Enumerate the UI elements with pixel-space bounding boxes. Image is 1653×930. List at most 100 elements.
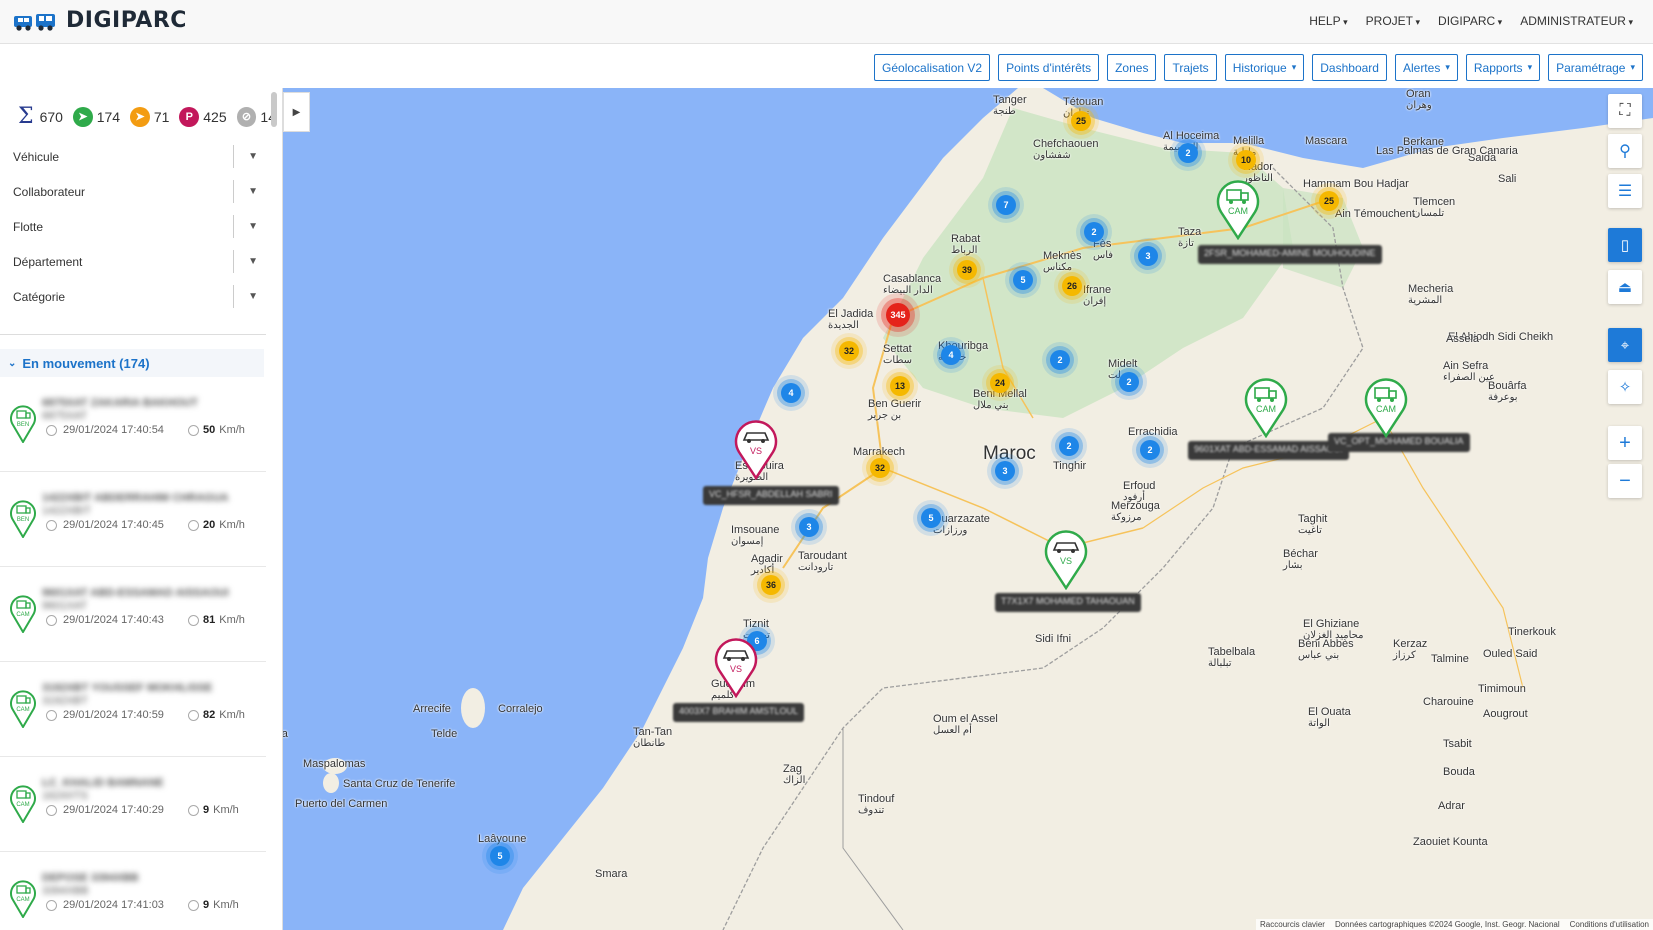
place-name: Charouine — [1423, 696, 1474, 708]
vehicle-cluster[interactable]: 26 — [1062, 276, 1082, 296]
vehicle-plate: 9601XAT — [42, 600, 88, 612]
filter-categorie[interactable]: Catégorie ▼ — [0, 279, 282, 314]
vehicle-cluster[interactable]: 345 — [886, 303, 910, 327]
collapse-sidebar-button[interactable]: ▶ — [283, 92, 310, 132]
truck-marker-icon[interactable]: CAM — [1363, 376, 1409, 438]
nav-administrateur[interactable]: ADMINISTRATEUR — [1520, 14, 1633, 28]
points-interets-button[interactable]: Points d'intérêts — [998, 54, 1100, 81]
vehicle-cluster[interactable]: 2 — [1140, 440, 1160, 460]
keyboard-shortcuts-link[interactable]: Raccourcis clavier — [1260, 920, 1325, 929]
truck-marker-icon[interactable]: CAM — [1243, 376, 1289, 438]
place-name: Mascara — [1305, 135, 1348, 147]
vehicle-map-label[interactable]: VC_HFSR_ABDELLAH SABRI — [703, 486, 839, 505]
map-data-credit: Données cartographiques ©2024 Google, In… — [1334, 920, 1560, 929]
sidebar-scrollbar[interactable] — [271, 92, 277, 127]
vehicle-cluster[interactable]: 4 — [941, 345, 961, 365]
stat-parked[interactable]: 425 — [203, 109, 226, 125]
zoom-in-button[interactable]: + — [1608, 426, 1642, 460]
group-header-moving[interactable]: ⌄ En mouvement (174) — [0, 349, 264, 377]
zones-button[interactable]: Zones — [1107, 54, 1157, 81]
car-marker-icon[interactable]: VS — [733, 418, 779, 480]
rapports-dropdown[interactable]: Rapports — [1465, 54, 1541, 81]
vehicle-cluster[interactable]: 2 — [1059, 436, 1079, 456]
user-location-button[interactable]: ⚲ — [1608, 134, 1642, 168]
vehicle-cluster[interactable]: 39 — [957, 260, 977, 280]
time-value: 29/01/2024 17:40:43 — [63, 614, 164, 626]
place-name-arabic: تبلبالة — [1208, 658, 1232, 669]
car-marker-icon[interactable]: VS — [713, 636, 759, 698]
vehicle-cluster[interactable]: 3 — [1138, 246, 1158, 266]
vehicle-list-item[interactable]: CAM LC_KHALID BAMNANE 1624XTS 29/01/2024 17… — [0, 757, 266, 852]
map-place-label: Adrar — [1438, 800, 1465, 812]
vehicle-cluster[interactable]: 4 — [781, 383, 801, 403]
vehicle-list-item[interactable]: BEN 6875XAT ZAKARIA BAKHOUT 6875XAT 29/01/2… — [0, 377, 266, 472]
place-name-arabic: فاس — [1093, 250, 1114, 261]
filter-departement[interactable]: Département ▼ — [0, 244, 282, 279]
vehicle-list-item[interactable]: CAM 3192XBT YOUSSEF MOKHLISSE 3192XBT 29/01… — [0, 662, 266, 757]
vehicle-cluster[interactable]: 3 — [995, 461, 1015, 481]
historique-dropdown[interactable]: Historique — [1224, 54, 1305, 81]
parametrage-dropdown[interactable]: Paramétrage — [1548, 54, 1643, 81]
place-name: Taza — [1178, 226, 1202, 238]
list-button[interactable]: ☰ — [1608, 174, 1642, 208]
time-value: 29/01/2024 17:40:45 — [63, 519, 164, 531]
vehicle-list-item[interactable]: BEN 1422XBIT ABDERRAHIM CHRAGUA 1422XBIT 29… — [0, 472, 266, 567]
dashboard-button[interactable]: Dashboard — [1312, 54, 1387, 81]
geolocalisation-button[interactable]: Géolocalisation V2 — [874, 54, 991, 81]
place-name: Chefchaouen — [1033, 138, 1099, 150]
vehicle-list-item[interactable]: CAM 9601XAT ABD-ESSAMAD AISSAOUI 9601XAT 29… — [0, 567, 266, 662]
vehicle-cluster[interactable]: 7 — [996, 195, 1016, 215]
filter-collaborateur[interactable]: Collaborateur ▼ — [0, 174, 282, 209]
vehicle-cluster[interactable]: 2 — [1050, 350, 1070, 370]
vehicle-panel-button[interactable]: ▯ — [1608, 228, 1642, 262]
nav-help[interactable]: HELP — [1309, 14, 1347, 28]
vehicle-cluster[interactable]: 24 — [990, 373, 1010, 393]
stat-moving[interactable]: 174 — [97, 109, 120, 125]
fullscreen-button[interactable]: ⛶ — [1608, 94, 1642, 128]
vehicle-cluster[interactable]: 13 — [890, 376, 910, 396]
place-name: Assela — [1446, 333, 1480, 345]
map-place-label: Mascara — [1305, 135, 1347, 147]
truck-marker-icon: CAM — [10, 880, 36, 918]
truck-marker-icon[interactable]: CAM — [1215, 178, 1261, 240]
vehicle-cluster[interactable]: 25 — [1319, 191, 1339, 211]
car-marker-icon[interactable]: VS — [1043, 528, 1089, 590]
vehicle-cluster[interactable]: 2 — [1178, 143, 1198, 163]
filter-flotte[interactable]: Flotte ▼ — [0, 209, 282, 244]
map-view[interactable]: TangerطنجةTétouanتطوانAl HoceimaالحسيمةM… — [283, 88, 1653, 930]
vehicle-cluster[interactable]: 5 — [490, 846, 510, 866]
vehicle-speed: 9 Km/h — [188, 899, 239, 911]
vehicle-cluster[interactable]: 2 — [1119, 372, 1139, 392]
vehicle-cluster[interactable]: 32 — [839, 341, 859, 361]
trajets-button[interactable]: Trajets — [1164, 54, 1217, 81]
terms-link[interactable]: Conditions d'utilisation — [1570, 920, 1649, 929]
vehicle-cluster[interactable]: 2 — [1084, 222, 1104, 242]
stat-idle[interactable]: 71 — [154, 109, 170, 125]
alertes-dropdown[interactable]: Alertes — [1394, 54, 1458, 81]
vehicle-map-label[interactable]: 2FSR_MOHAMED-AMINE MOUHOUDINE — [1198, 245, 1382, 264]
nav-projet[interactable]: PROJET — [1366, 14, 1420, 28]
vehicle-map-label[interactable]: T7X1X7 MOHAMED TAHAOUAN — [995, 593, 1141, 612]
place-name: Erfoud — [1123, 480, 1156, 492]
vehicle-list-item[interactable]: CAM DEPOSE 3394XBB 3394XBB 29/01/2024 17:41… — [0, 852, 266, 930]
layer-button[interactable]: ⏏ — [1608, 270, 1642, 304]
zoom-out-button[interactable]: − — [1608, 464, 1642, 498]
satellite-button[interactable]: ✧ — [1608, 370, 1642, 404]
time-value: 29/01/2024 17:41:03 — [63, 899, 164, 911]
vehicle-map-label[interactable]: 4003X7 BRAHIM AMSTLOUL — [673, 703, 805, 722]
vehicle-map-label[interactable]: 9601XAT ABD-ESSAMAD AISSAOUI — [1188, 441, 1349, 460]
vehicle-plate: 3394XBB — [42, 885, 89, 897]
geofence-button[interactable]: ⌖ — [1608, 328, 1642, 362]
filter-vehicule[interactable]: Véhicule ▼ — [0, 139, 282, 174]
vehicle-cluster[interactable]: 5 — [1013, 270, 1033, 290]
nav-digiparc[interactable]: DIGIPARC — [1438, 14, 1502, 28]
app-logo[interactable]: DIGIPARC — [12, 8, 187, 33]
vehicle-cluster[interactable]: 10 — [1236, 150, 1256, 170]
stat-total[interactable]: 670 — [40, 109, 63, 125]
vehicle-cluster[interactable]: 32 — [870, 458, 890, 478]
vehicle-cluster[interactable]: 36 — [761, 575, 781, 595]
place-name: Zaouiet Kounta — [1413, 836, 1488, 848]
vehicle-cluster[interactable]: 3 — [799, 517, 819, 537]
vehicle-cluster[interactable]: 25 — [1071, 111, 1091, 131]
vehicle-cluster[interactable]: 5 — [921, 508, 941, 528]
